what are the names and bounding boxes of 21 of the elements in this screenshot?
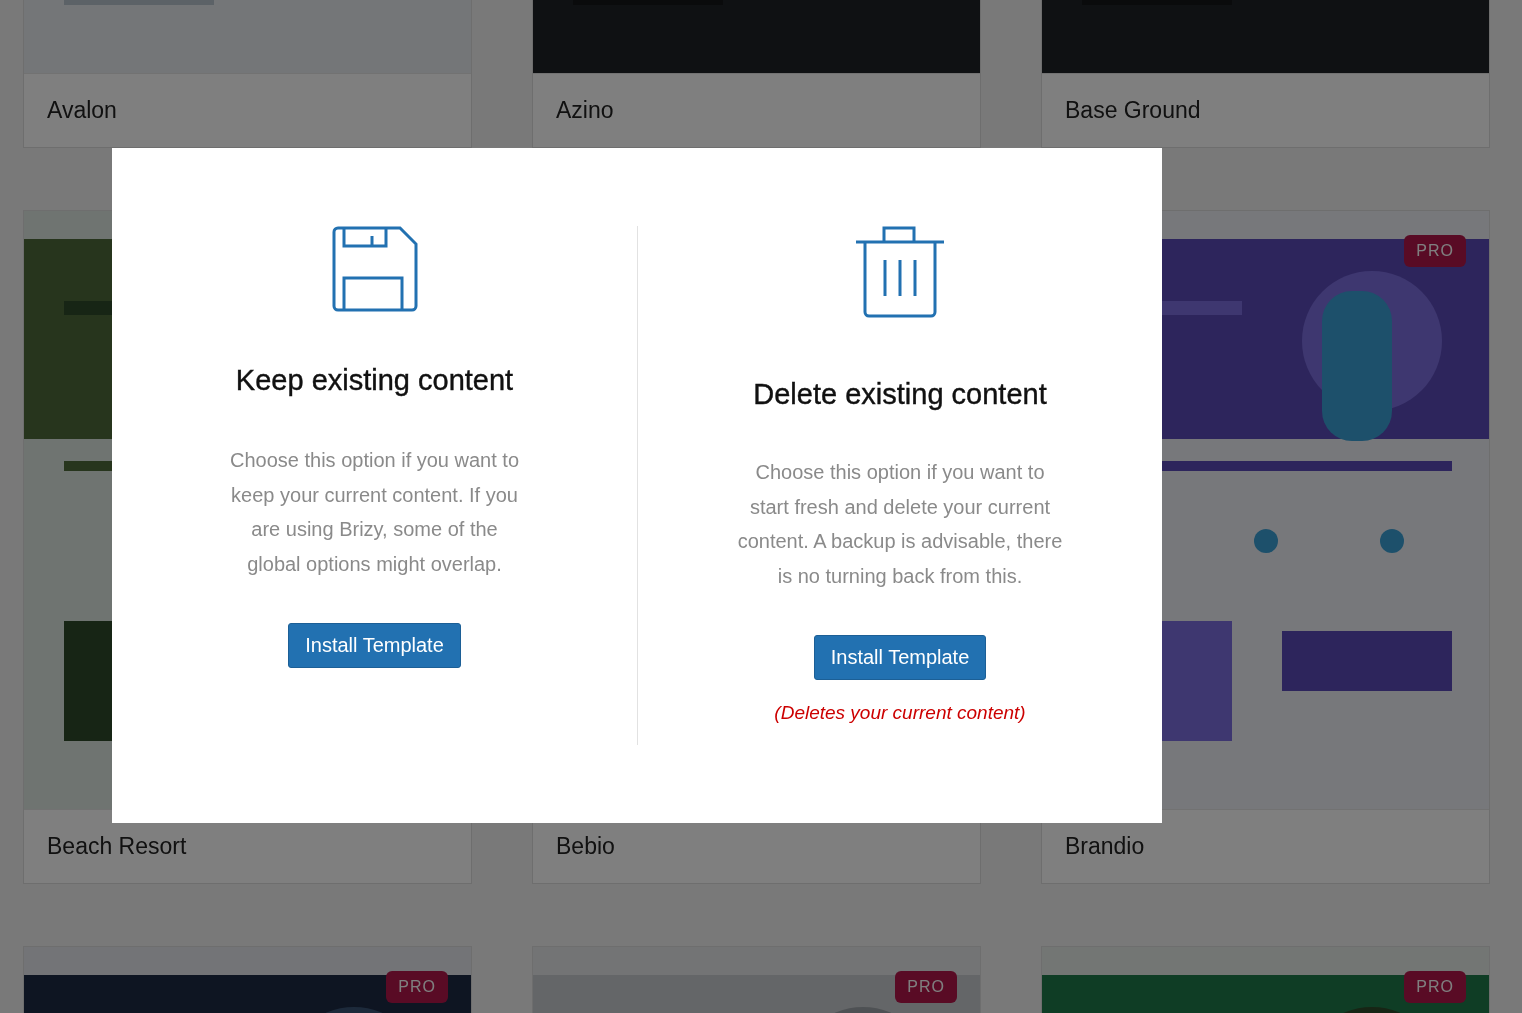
- install-template-button[interactable]: Install Template: [813, 635, 987, 680]
- warning-note: (Deletes your current content): [774, 702, 1026, 724]
- template-card[interactable]: Base Ground: [1041, 0, 1490, 148]
- template-card[interactable]: PRO: [23, 946, 472, 1013]
- template-card[interactable]: Azino: [532, 0, 981, 148]
- pro-badge: PRO: [1404, 235, 1466, 267]
- template-title: Avalon: [46, 96, 118, 125]
- template-title: Bebio: [555, 832, 616, 861]
- option-heading: Keep existing content: [235, 364, 514, 397]
- template-card[interactable]: PRO: [532, 946, 981, 1013]
- install-template-button[interactable]: Install Template: [288, 623, 461, 668]
- template-card[interactable]: PRO: [1041, 946, 1490, 1013]
- pro-badge: PRO: [386, 971, 448, 1003]
- template-card[interactable]: Avalon: [23, 0, 472, 148]
- template-title: Beach Resort: [46, 832, 188, 861]
- template-title: Base Ground: [1064, 96, 1202, 125]
- pro-badge: PRO: [1404, 971, 1466, 1003]
- option-description: Choose this option if you want to keep your current content. If you are using Brizy, some of the global options might overlap.: [228, 448, 521, 577]
- pro-badge: PRO: [895, 971, 957, 1003]
- template-title: Brandio: [1064, 832, 1146, 861]
- template-title: Azino: [555, 96, 615, 125]
